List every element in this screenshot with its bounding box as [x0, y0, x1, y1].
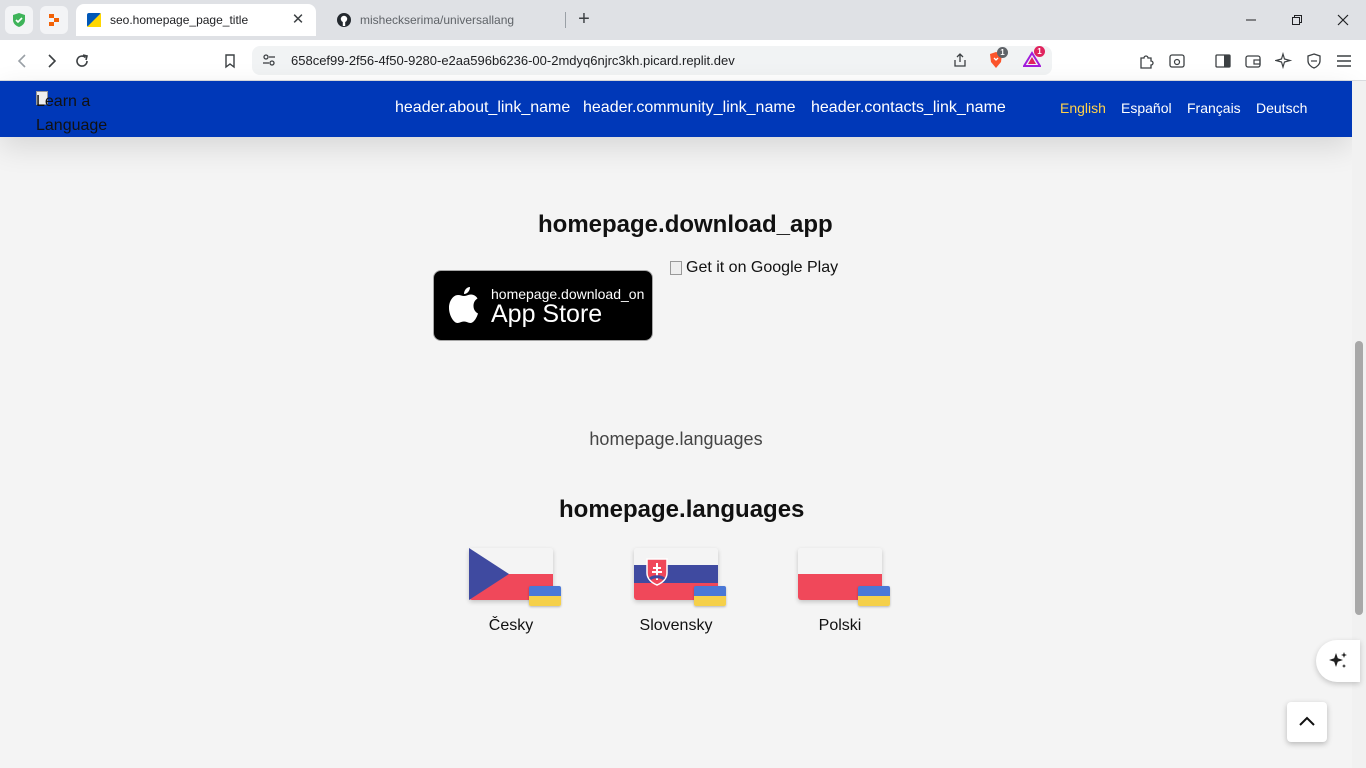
site-settings-icon[interactable] — [257, 48, 281, 72]
polish-flag-icon — [798, 548, 890, 606]
tab-title: seo.homepage_page_title — [110, 13, 249, 27]
shields-badge: 1 — [997, 47, 1008, 58]
ukrainian-flag-icon — [694, 586, 726, 606]
close-window-icon[interactable] — [1320, 6, 1366, 34]
rewards-badge: 1 — [1034, 46, 1045, 57]
czech-flag-icon — [469, 548, 561, 606]
language-card-slovak[interactable]: Slovensky — [626, 548, 726, 635]
bookmark-icon[interactable] — [218, 49, 242, 73]
github-icon — [337, 13, 351, 27]
tab-active[interactable]: seo.homepage_page_title ✕ — [76, 4, 316, 36]
replit-extension-icon[interactable] — [40, 6, 68, 34]
reader-mode-icon[interactable] — [1165, 49, 1189, 73]
tab-title: misheckserima/universallang — [360, 13, 515, 27]
ukrainian-flag-icon — [858, 586, 890, 606]
nav-about-link[interactable]: header.about_link_name — [395, 99, 570, 117]
languages-subtitle: homepage.languages — [589, 429, 763, 449]
nav-contacts-link[interactable]: header.contacts_link_name — [811, 99, 1006, 117]
language-name: Polski — [818, 617, 862, 634]
scrollbar-thumb[interactable] — [1355, 341, 1363, 615]
wallet-icon[interactable] — [1241, 49, 1265, 73]
sidebar-toggle-icon[interactable] — [1211, 49, 1235, 73]
app-store-label: App Store — [491, 300, 603, 328]
slovak-flag-icon — [634, 548, 726, 606]
language-card-czech[interactable]: Česky — [461, 548, 561, 635]
brave-rewards-icon[interactable]: 1 — [1020, 46, 1045, 72]
menu-icon[interactable] — [1332, 49, 1356, 73]
leo-ai-icon[interactable] — [1272, 49, 1296, 73]
languages-title: homepage.languages — [559, 496, 805, 523]
minimize-icon[interactable] — [1228, 6, 1274, 34]
apple-icon — [449, 287, 478, 323]
browser-tabbar: seo.homepage_page_title ✕ misheckserima/… — [0, 0, 1366, 40]
restore-icon[interactable] — [1274, 6, 1320, 34]
download-app-title: homepage.download_app — [538, 211, 833, 238]
url-text: 658cef99-2f56-4f50-9280-e2aa596b6236-00-… — [291, 53, 735, 68]
site-header: Learn a Language header.about_link_name … — [0, 81, 1352, 137]
forward-icon[interactable] — [40, 49, 64, 73]
sparkle-icon — [1329, 652, 1347, 668]
google-play-button[interactable]: Get it on Google Play — [670, 259, 838, 277]
tab-separator — [565, 12, 566, 28]
extensions-icon[interactable] — [1135, 49, 1159, 73]
ai-assistant-button[interactable] — [1316, 640, 1360, 682]
lang-english-link[interactable]: English — [1060, 100, 1106, 116]
share-icon[interactable] — [948, 48, 972, 72]
brave-shields-icon[interactable]: 1 — [984, 47, 1008, 72]
lang-francais-link[interactable]: Français — [1187, 100, 1241, 116]
lang-espanol-link[interactable]: Español — [1121, 100, 1172, 116]
google-play-alt-text: Get it on Google Play — [686, 259, 839, 276]
close-tab-icon[interactable]: ✕ — [290, 12, 306, 28]
shield-extension-icon[interactable] — [5, 6, 33, 34]
nav-community-link[interactable]: header.community_link_name — [583, 99, 796, 117]
site-logo[interactable]: Learn a Language — [36, 90, 126, 138]
language-name: Česky — [488, 617, 534, 634]
browser-toolbar: 658cef99-2f56-4f50-9280-e2aa596b6236-00-… — [0, 40, 1366, 81]
site-favicon-icon — [87, 13, 101, 27]
app-store-button[interactable]: homepage.download_on App Store — [433, 270, 653, 341]
language-card-polish[interactable]: Polski — [790, 548, 890, 635]
language-name: Slovensky — [639, 617, 713, 634]
lang-deutsch-link[interactable]: Deutsch — [1256, 100, 1307, 116]
ukrainian-flag-icon — [529, 586, 561, 606]
back-icon[interactable] — [10, 49, 34, 73]
vpn-shield-icon[interactable] — [1302, 49, 1326, 73]
broken-image-icon — [670, 261, 682, 275]
chevron-up-icon — [1299, 716, 1315, 726]
address-bar[interactable]: 658cef99-2f56-4f50-9280-e2aa596b6236-00-… — [252, 46, 1052, 75]
new-tab-icon[interactable]: + — [572, 8, 596, 32]
tab-github[interactable]: misheckserima/universallang — [326, 4, 566, 36]
scroll-to-top-button[interactable] — [1287, 702, 1327, 742]
reload-icon[interactable] — [70, 49, 94, 73]
